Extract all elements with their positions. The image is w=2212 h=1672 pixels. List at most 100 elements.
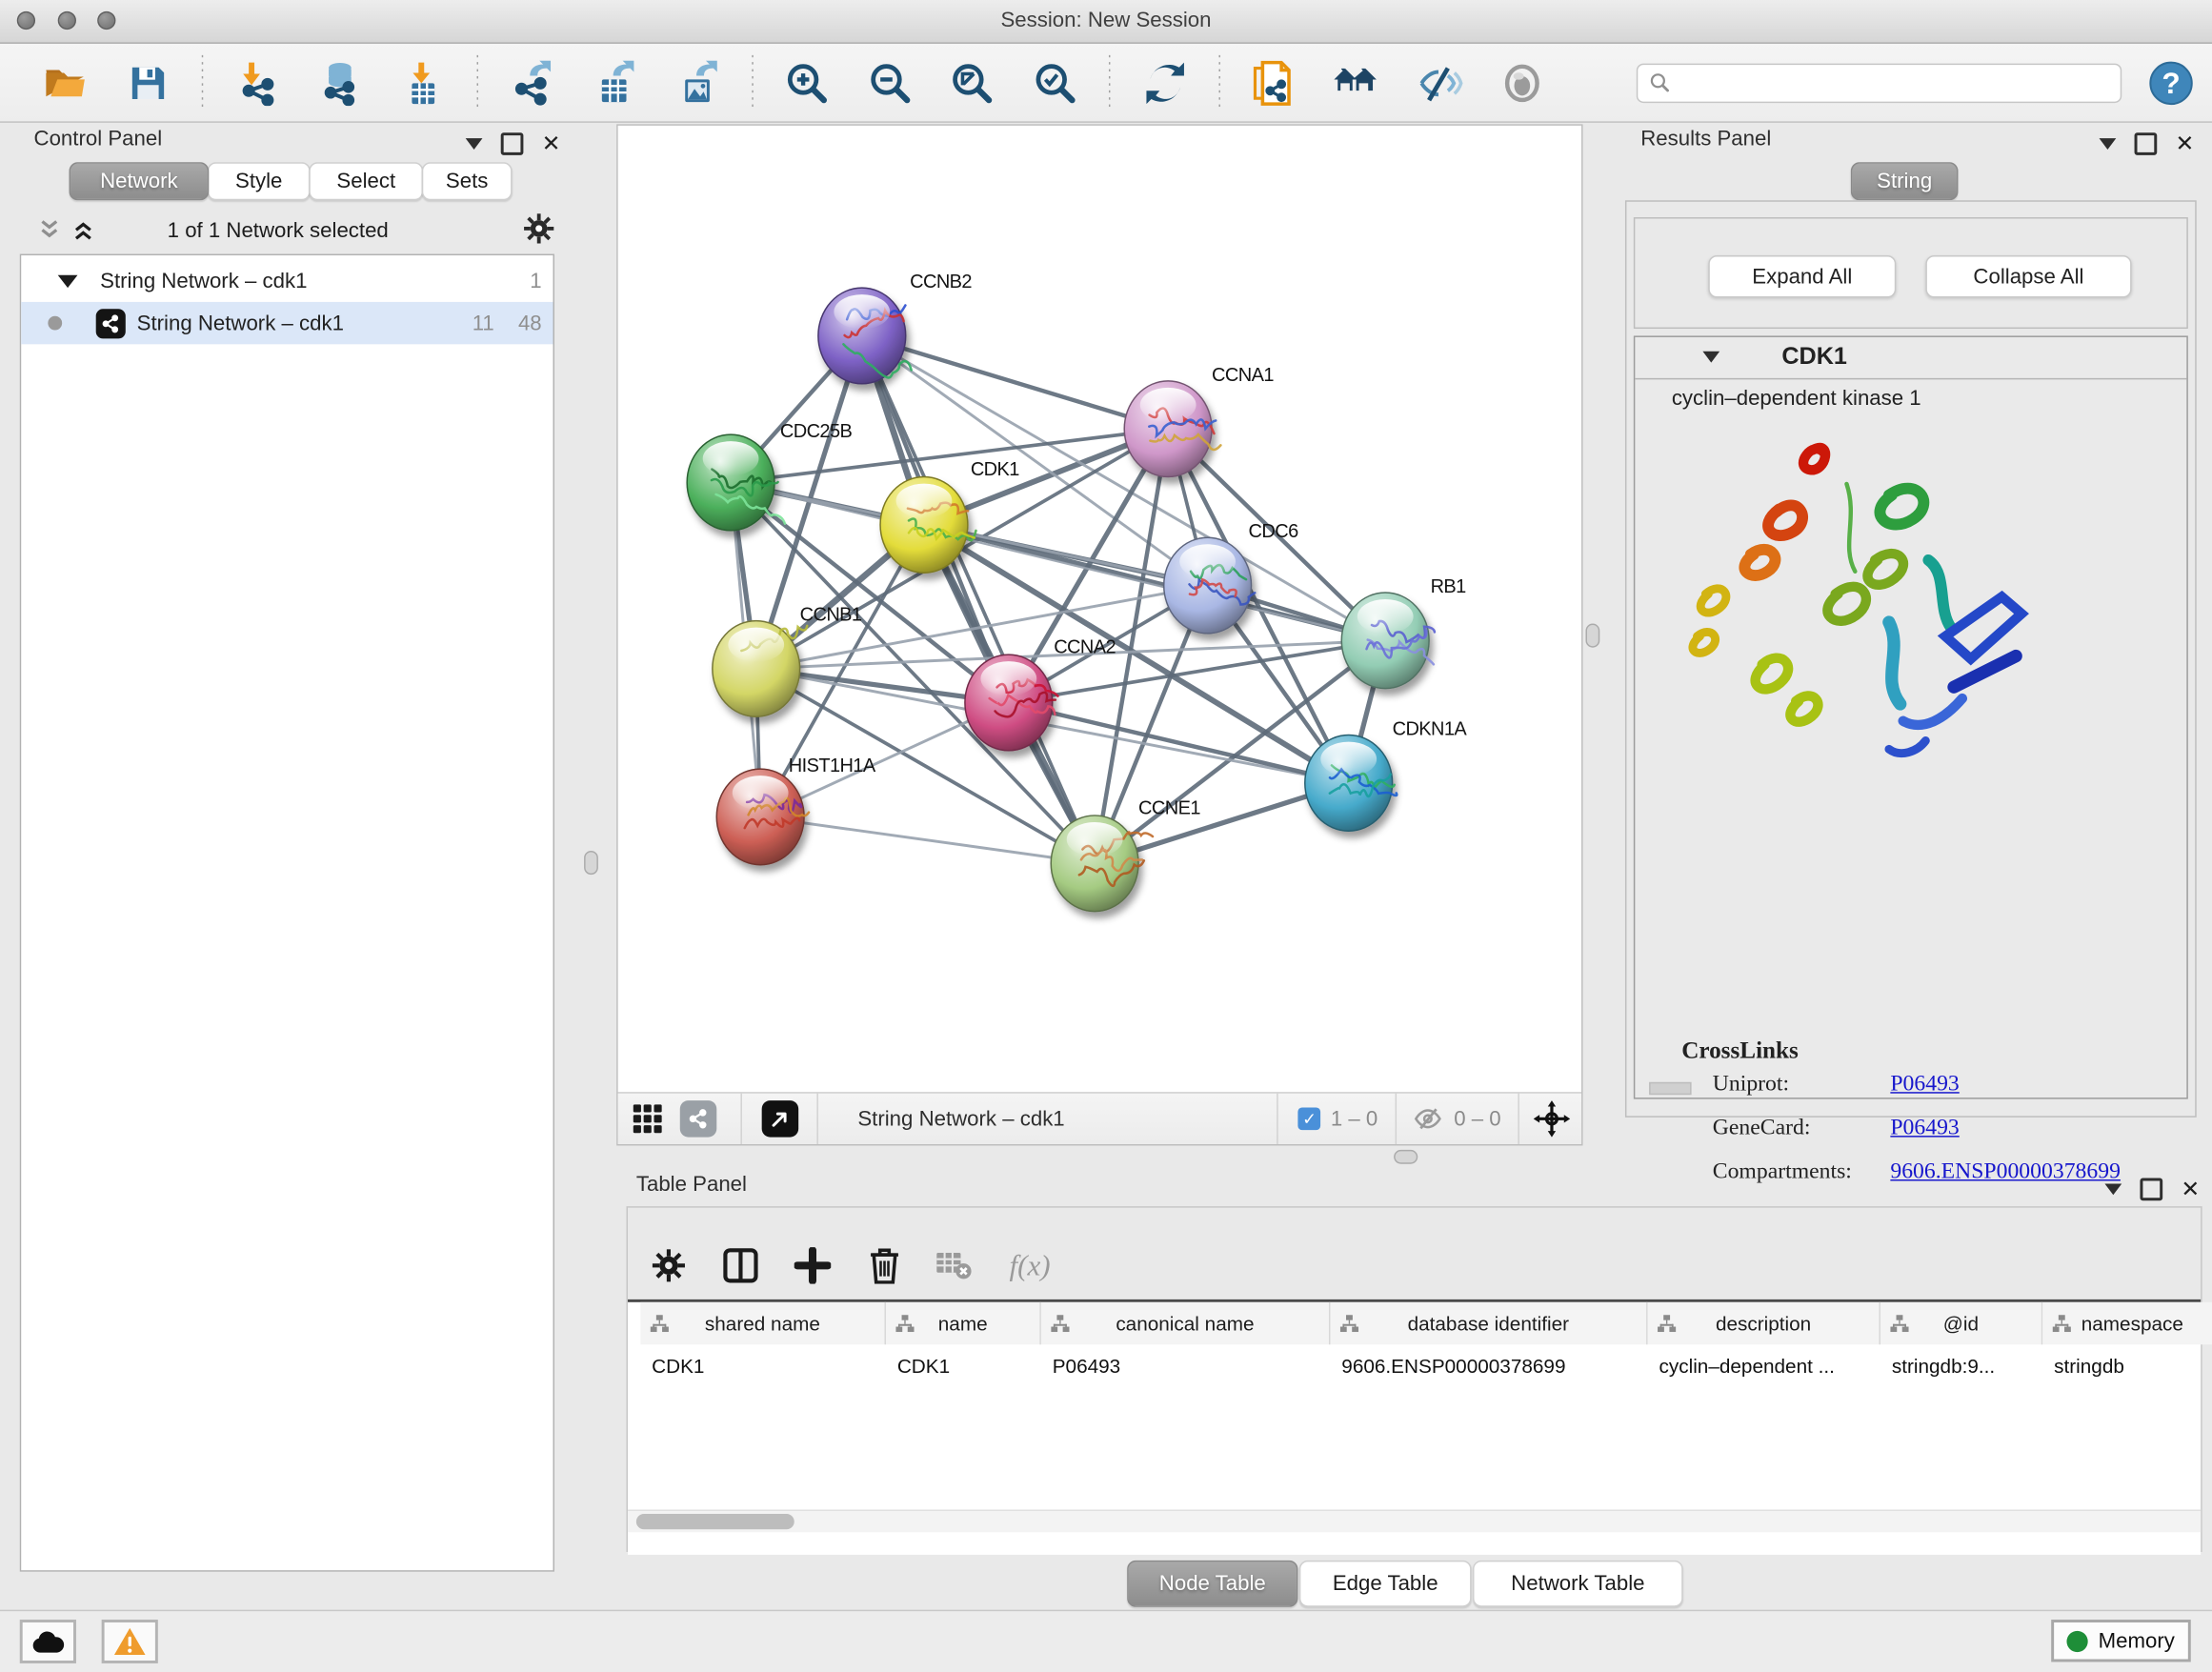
- zoom-window-button[interactable]: [97, 11, 115, 30]
- column-header-description[interactable]: description: [1648, 1302, 1880, 1344]
- tab-network-table[interactable]: Network Table: [1473, 1561, 1683, 1607]
- network-share-icon: [96, 309, 126, 338]
- table-cell[interactable]: CDK1: [886, 1344, 1041, 1386]
- expand-all-button[interactable]: Expand All: [1708, 255, 1896, 297]
- function-builder-button[interactable]: f(x): [1006, 1241, 1054, 1289]
- save-session-button[interactable]: [122, 53, 173, 112]
- table-cell[interactable]: P06493: [1041, 1344, 1331, 1386]
- right-splitter-handle[interactable]: [1585, 624, 1599, 648]
- column-header-shared-name[interactable]: shared name: [640, 1302, 886, 1344]
- column-header-namespace[interactable]: namespace: [2042, 1302, 2212, 1344]
- table-cell[interactable]: CDK1: [640, 1344, 886, 1386]
- left-splitter-handle[interactable]: [584, 851, 598, 875]
- close-panel-icon[interactable]: ✕: [542, 135, 561, 152]
- node-CDC25B[interactable]: [687, 434, 785, 531]
- share-icon[interactable]: [680, 1100, 717, 1138]
- export-image-button[interactable]: [672, 53, 723, 112]
- zoom-selected-button[interactable]: [1030, 53, 1081, 112]
- tab-string[interactable]: String: [1851, 162, 1959, 200]
- gene-section-header[interactable]: CDK1: [1635, 337, 2186, 379]
- delete-column-button[interactable]: [860, 1241, 908, 1289]
- column-header-name[interactable]: name: [886, 1302, 1041, 1344]
- node-RB1[interactable]: [1341, 593, 1435, 689]
- zoom-fit-button[interactable]: [947, 53, 998, 112]
- panel-menu-icon[interactable]: [2104, 1183, 2122, 1195]
- panel-menu-icon[interactable]: [466, 138, 483, 150]
- export-network-button[interactable]: [507, 53, 558, 112]
- column-header-canonical-name[interactable]: canonical name: [1041, 1302, 1331, 1344]
- collapse-all-button[interactable]: Collapse All: [1925, 255, 2131, 297]
- edge-CCNB2-CCNE1[interactable]: [862, 335, 1095, 863]
- show-columns-button[interactable]: [716, 1241, 764, 1289]
- edge-CCNB2-CCNA1[interactable]: [862, 335, 1168, 429]
- cloud-status-button[interactable]: [20, 1620, 76, 1663]
- close-panel-icon[interactable]: ✕: [2175, 135, 2194, 152]
- column-header--id[interactable]: @id: [1880, 1302, 2042, 1344]
- crosslink-value[interactable]: P06493: [1890, 1116, 1959, 1141]
- export-table-button[interactable]: [590, 53, 641, 112]
- float-panel-icon[interactable]: [2135, 132, 2158, 155]
- import-network-file-button[interactable]: [231, 53, 283, 112]
- expand-all-icon[interactable]: [72, 219, 95, 242]
- import-network-database-button[interactable]: [314, 53, 366, 112]
- node-CDKN1A[interactable]: [1305, 735, 1397, 832]
- add-column-button[interactable]: [789, 1241, 836, 1289]
- table-cell[interactable]: stringdb:9...: [1880, 1344, 2042, 1386]
- results-hscroll-thumb[interactable]: [1649, 1082, 1691, 1095]
- node-CDC6[interactable]: [1164, 537, 1256, 634]
- show-toggle-button[interactable]: [1497, 53, 1548, 112]
- close-window-button[interactable]: [17, 11, 35, 30]
- node-CCNA2[interactable]: [965, 655, 1058, 751]
- float-panel-icon[interactable]: [501, 132, 524, 155]
- table-hscroll-thumb[interactable]: [636, 1514, 794, 1529]
- network-status-dot: [48, 316, 62, 331]
- open-in-new-icon[interactable]: [762, 1100, 799, 1138]
- tab-select[interactable]: Select: [309, 162, 423, 200]
- bottom-splitter-handle[interactable]: [1394, 1150, 1418, 1164]
- section-collapse-icon[interactable]: [1702, 352, 1719, 363]
- hide-toggle-button[interactable]: [1414, 53, 1465, 112]
- panel-menu-icon[interactable]: [2100, 138, 2117, 150]
- column-header-database-identifier[interactable]: database identifier: [1330, 1302, 1647, 1344]
- node-CCNB2[interactable]: [818, 288, 912, 384]
- tab-sets[interactable]: Sets: [422, 162, 513, 200]
- delete-table-button[interactable]: [930, 1241, 977, 1289]
- node-HIST1H1A[interactable]: [716, 769, 809, 865]
- network-canvas[interactable]: CCNB2CCNA1CDC25BCDK1CDC6RB1CCNB1CCNA2CDK…: [618, 126, 1581, 1092]
- collection-expand-icon[interactable]: [58, 274, 78, 287]
- import-table-button[interactable]: [397, 53, 449, 112]
- tab-network[interactable]: Network: [70, 162, 210, 200]
- string-home-button[interactable]: [1331, 53, 1382, 112]
- publication-export-button[interactable]: [1249, 53, 1300, 112]
- collapse-all-icon[interactable]: [38, 219, 61, 242]
- apply-layout-button[interactable]: [1139, 53, 1191, 112]
- search-input[interactable]: [1679, 70, 2109, 95]
- network-collection-row[interactable]: String Network – cdk1 1: [21, 259, 553, 301]
- help-button[interactable]: ?: [2144, 53, 2196, 112]
- zoom-out-button[interactable]: [864, 53, 915, 112]
- zoom-in-icon: [785, 60, 830, 105]
- minimize-window-button[interactable]: [58, 11, 76, 30]
- tab-edge-table[interactable]: Edge Table: [1299, 1561, 1472, 1607]
- warning-status-button[interactable]: [102, 1620, 158, 1663]
- network-row-selected[interactable]: String Network – cdk1 11 48: [21, 302, 553, 344]
- table-cell[interactable]: stringdb: [2042, 1344, 2212, 1386]
- pan-crosshair-icon[interactable]: [1534, 1100, 1571, 1138]
- tab-style[interactable]: Style: [208, 162, 311, 200]
- selected-checkbox-icon[interactable]: ✓: [1298, 1107, 1321, 1130]
- memory-button[interactable]: Memory: [2051, 1620, 2191, 1662]
- tab-node-table[interactable]: Node Table: [1127, 1561, 1297, 1607]
- gear-icon[interactable]: [523, 213, 554, 245]
- hidden-eye-icon[interactable]: [1413, 1106, 1444, 1132]
- table-cell[interactable]: 9606.ENSP00000378699: [1330, 1344, 1647, 1386]
- open-session-button[interactable]: [39, 53, 90, 112]
- float-panel-icon[interactable]: [2140, 1178, 2162, 1201]
- table-gear-button[interactable]: [645, 1241, 693, 1289]
- edge-CCNE1-HIST1H1A[interactable]: [760, 816, 1095, 863]
- close-panel-icon[interactable]: ✕: [2181, 1180, 2200, 1198]
- node-CCNA1[interactable]: [1124, 381, 1220, 477]
- grid-icon[interactable]: [632, 1103, 663, 1135]
- zoom-in-button[interactable]: [781, 53, 833, 112]
- crosslink-value[interactable]: P06493: [1890, 1072, 1959, 1098]
- table-cell[interactable]: cyclin–dependent ...: [1648, 1344, 1880, 1386]
